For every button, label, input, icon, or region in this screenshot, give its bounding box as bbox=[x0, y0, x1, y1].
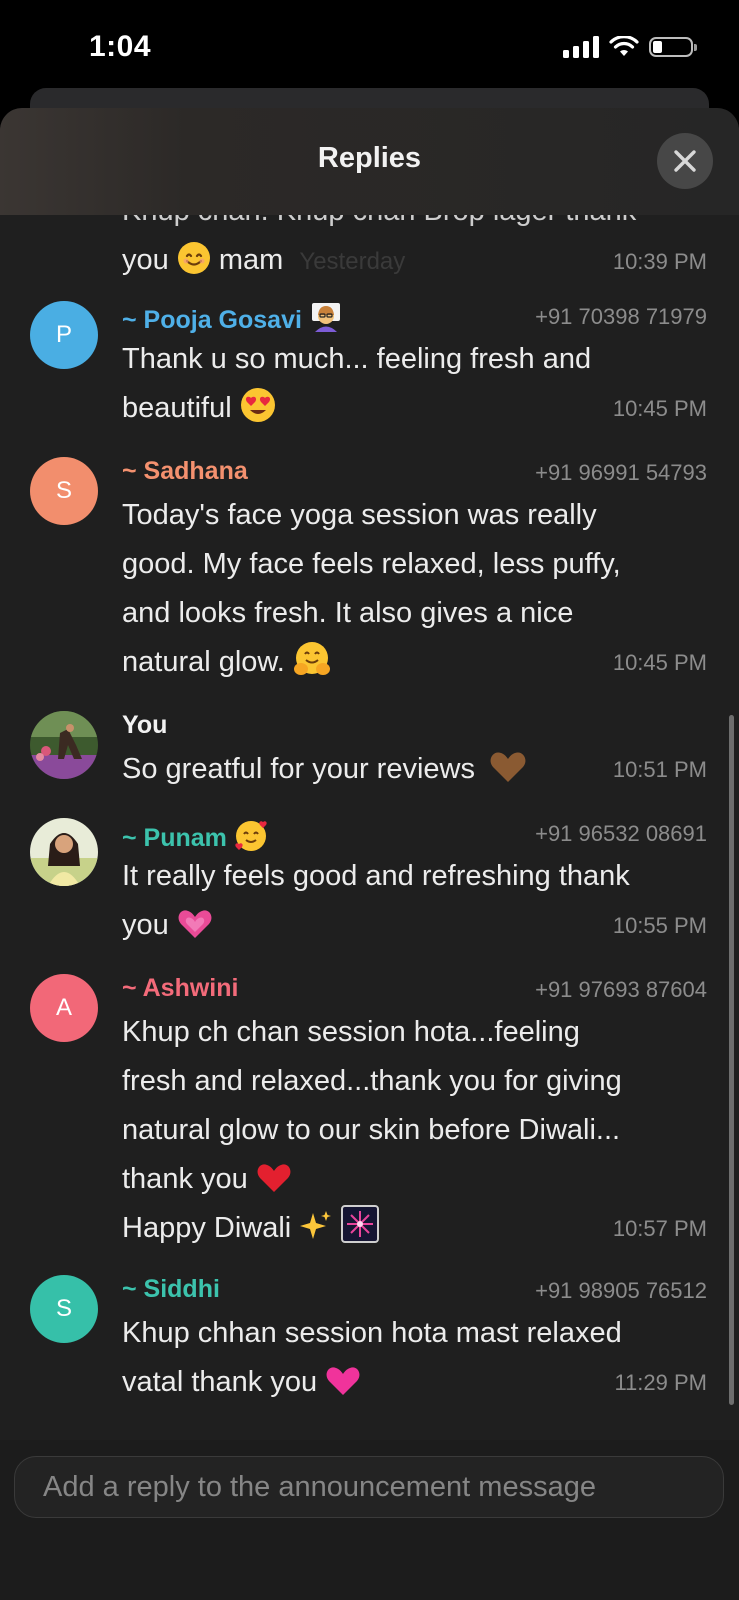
message-text: It really feels good and refreshing than… bbox=[122, 860, 630, 892]
reply-input[interactable] bbox=[14, 1456, 724, 1518]
status-bar: 1:04 bbox=[0, 0, 739, 96]
wifi-icon bbox=[609, 36, 639, 56]
close-button[interactable] bbox=[657, 133, 713, 189]
date-overlay: Yesterday bbox=[299, 248, 406, 275]
avatar-initial: S bbox=[55, 477, 72, 504]
sender-phone: +91 96991 54793 bbox=[535, 460, 707, 485]
avatar-initial: A bbox=[55, 994, 72, 1021]
message-text: So greatful for your reviews bbox=[122, 753, 475, 785]
teacher-emoji bbox=[311, 303, 340, 332]
avatar[interactable]: S bbox=[30, 1275, 98, 1343]
message-time: 10:39 PM bbox=[612, 249, 707, 274]
message-text: Today's face yoga session was really bbox=[122, 499, 597, 531]
sender-name[interactable]: ~ Siddhi bbox=[122, 1275, 220, 1304]
message-text: you bbox=[122, 244, 169, 276]
sender-phone: +91 97693 87604 bbox=[535, 977, 707, 1002]
message-text: vatal thank you bbox=[122, 1366, 318, 1398]
smiling-hearts-emoji bbox=[235, 821, 267, 851]
replies-sheet: Replies Khup chan. Khup chan Brop lager … bbox=[0, 108, 739, 1600]
pink-heart-emoji bbox=[326, 1367, 360, 1395]
message-time: 10:55 PM bbox=[612, 913, 707, 938]
messages-list[interactable]: Khup chan. Khup chan Brop lager thank yo… bbox=[0, 215, 739, 1547]
status-icons bbox=[563, 36, 697, 58]
sender-name[interactable]: ~ Pooja Gosavi bbox=[122, 301, 343, 335]
profile-photo bbox=[30, 711, 98, 779]
sender-name[interactable]: ~ Ashwini bbox=[122, 974, 238, 1003]
message-text: good. My face feels relaxed, less puffy, bbox=[122, 548, 621, 580]
battery-icon bbox=[649, 37, 697, 57]
pink-heart-emoji bbox=[178, 910, 212, 938]
close-icon bbox=[674, 150, 696, 172]
sender-phone: +91 98905 76512 bbox=[535, 1278, 707, 1303]
sheet-header: Replies bbox=[0, 108, 739, 215]
message-text: you bbox=[122, 909, 169, 941]
avatar-initial: P bbox=[55, 321, 72, 348]
status-time: 1:04 bbox=[89, 30, 152, 63]
message-text: Thank u so much... feeling fresh and bbox=[122, 343, 592, 375]
avatar[interactable]: P bbox=[30, 301, 98, 369]
message-time: 10:45 PM bbox=[612, 396, 707, 421]
sender-phone: +91 70398 71979 bbox=[535, 304, 707, 329]
message-text: natural glow. bbox=[122, 646, 285, 678]
heart-eyes-emoji bbox=[240, 388, 275, 422]
avatar[interactable] bbox=[30, 818, 98, 886]
sheet-title: Replies bbox=[317, 142, 422, 174]
message-text: beautiful bbox=[122, 392, 232, 424]
avatar[interactable]: S bbox=[30, 457, 98, 525]
message-time: 10:57 PM bbox=[612, 1216, 707, 1241]
message-text: Khup chan. Khup chan Brop lager thank bbox=[122, 215, 707, 236]
message-text: thank you bbox=[122, 1163, 248, 1195]
sender-name[interactable]: ~ Punam bbox=[122, 818, 270, 853]
sender-name[interactable]: ~ Sadhana bbox=[122, 457, 248, 486]
message-time: 11:29 PM bbox=[614, 1370, 707, 1395]
hug-emoji bbox=[293, 642, 330, 675]
message-text: and looks fresh. It also gives a nice bbox=[122, 597, 574, 629]
message-time: 10:51 PM bbox=[612, 757, 707, 782]
avatar[interactable]: A bbox=[30, 974, 98, 1042]
message-text: Happy Diwali bbox=[122, 1212, 292, 1244]
fireworks-emoji bbox=[341, 1205, 380, 1243]
avatar[interactable] bbox=[30, 711, 98, 779]
reply-composer bbox=[0, 1440, 739, 1600]
sparkles-emoji bbox=[300, 1211, 332, 1239]
scrollbar[interactable] bbox=[729, 715, 734, 1405]
signal-icon bbox=[563, 36, 599, 58]
message-text: Khup ch chan session hota...feeling bbox=[122, 1016, 580, 1048]
smile-emoji bbox=[177, 242, 210, 274]
red-heart-emoji bbox=[257, 1164, 291, 1192]
sender-phone: +91 96532 08691 bbox=[535, 821, 707, 846]
brown-heart-emoji bbox=[490, 752, 526, 782]
sender-name: You bbox=[122, 711, 168, 739]
profile-photo bbox=[30, 818, 98, 886]
avatar-initial: S bbox=[55, 1295, 72, 1322]
message-text: natural glow to our skin before Diwali..… bbox=[122, 1114, 621, 1146]
message-text: Khup chhan session hota mast relaxed bbox=[122, 1317, 622, 1349]
message-text: mam bbox=[218, 244, 284, 276]
message-time: 10:45 PM bbox=[612, 650, 707, 675]
message-text: fresh and relaxed...thank you for giving bbox=[122, 1065, 622, 1097]
